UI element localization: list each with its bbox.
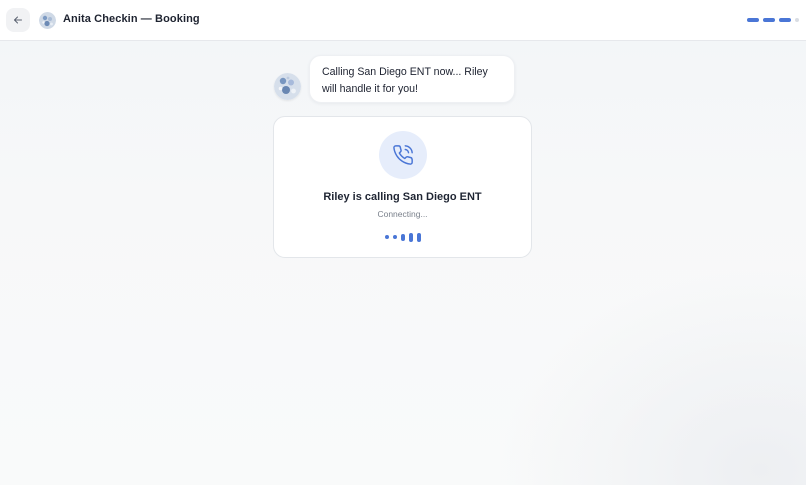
audio-wave-indicator [274,231,531,243]
message-line: will handle it for you! [322,83,418,95]
call-status-card: Riley is calling San Diego ENT Connectin… [273,116,532,258]
wave-bar [408,232,413,242]
assistant-avatar [274,73,301,100]
call-title: Riley is calling San Diego ENT [323,191,482,203]
wave-bar [416,232,421,242]
call-status-text: Connecting... [377,209,428,219]
wave-bar [392,235,397,239]
page-title: Anita Checkin — Booking [63,13,200,25]
assistant-message-bubble: Calling San Diego ENT now... Riley will … [309,55,515,103]
progress-step-pending [795,18,799,22]
message-line: Calling San Diego ENT now... Riley [322,66,488,78]
progress-step-complete [763,18,775,22]
wave-bar [400,233,405,241]
arrow-left-icon [14,16,22,24]
contact-avatar [39,12,56,29]
progress-step-complete [747,18,759,22]
progress-step-complete [779,18,791,22]
wave-bar [384,235,389,239]
back-button[interactable] [6,8,30,32]
app-header: Anita Checkin — Booking [0,0,806,41]
phone-calling-icon [393,145,413,165]
phone-icon-badge [379,131,427,179]
step-progress-indicator [747,18,799,22]
